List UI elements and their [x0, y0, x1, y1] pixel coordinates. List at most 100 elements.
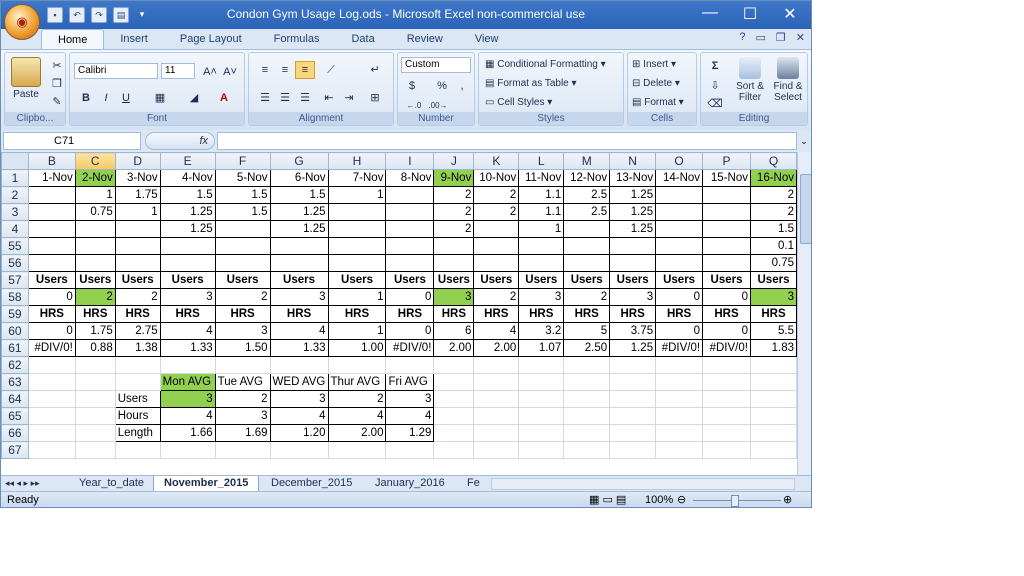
cell-q60[interactable]: 5.5 — [749, 322, 797, 340]
column-header-l[interactable]: L — [518, 152, 565, 170]
cell-d57[interactable]: Users — [114, 271, 161, 289]
help-icon[interactable]: ? — [739, 31, 745, 44]
cell-g64[interactable]: 3 — [269, 390, 329, 408]
cell-o65[interactable] — [655, 407, 704, 425]
cell-m56[interactable] — [563, 254, 611, 272]
paste-button[interactable]: Paste — [9, 57, 43, 100]
cell-l56[interactable] — [518, 254, 565, 272]
cell-k65[interactable] — [473, 407, 520, 425]
clear-icon[interactable]: ⌫ — [705, 95, 725, 113]
cell-c55[interactable] — [74, 237, 116, 255]
cell-o4[interactable] — [655, 220, 704, 238]
vertical-scrollbar[interactable] — [797, 152, 811, 475]
cell-n56[interactable] — [609, 254, 657, 272]
cell-g66[interactable]: 1.20 — [269, 424, 329, 442]
cell-d58[interactable]: 2 — [114, 288, 161, 306]
cell-e55[interactable] — [159, 237, 216, 255]
cell-j2[interactable]: 2 — [433, 186, 475, 204]
cell-i55[interactable] — [385, 237, 435, 255]
cell-h4[interactable] — [327, 220, 387, 238]
cell-n57[interactable]: Users — [609, 271, 657, 289]
row-header-61[interactable]: 61 — [1, 339, 29, 357]
row-header-59[interactable]: 59 — [1, 305, 29, 323]
cell-o59[interactable]: HRS — [655, 305, 704, 323]
cell-f59[interactable]: HRS — [214, 305, 271, 323]
cell-c67[interactable] — [74, 441, 116, 459]
row-header-65[interactable]: 65 — [1, 407, 29, 425]
cell-e62[interactable] — [159, 356, 216, 374]
cell-c59[interactable]: HRS — [74, 305, 116, 323]
cell-b2[interactable] — [27, 186, 76, 204]
cell-q57[interactable]: Users — [749, 271, 797, 289]
sheet-tab-november-2015[interactable]: November_2015 — [153, 476, 260, 492]
cell-c3[interactable]: 0.75 — [74, 203, 116, 221]
cell-p58[interactable]: 0 — [702, 288, 751, 306]
cut-icon[interactable]: ✂ — [47, 57, 67, 75]
tab-insert[interactable]: Insert — [104, 29, 164, 49]
horizontal-scrollbar[interactable] — [491, 478, 795, 490]
row-header-1[interactable]: 1 — [1, 169, 29, 187]
cell-g4[interactable]: 1.25 — [269, 220, 329, 238]
cell-l61[interactable]: 1.07 — [518, 339, 565, 357]
cell-g63[interactable]: WED AVG — [269, 373, 329, 391]
cell-i2[interactable] — [385, 186, 435, 204]
cell-i63[interactable]: Fri AVG — [385, 373, 435, 391]
tab-page-layout[interactable]: Page Layout — [164, 29, 258, 49]
office-button[interactable]: ◉ — [4, 4, 40, 40]
cell-m1[interactable]: 12-Nov — [563, 169, 611, 187]
cell-m55[interactable] — [563, 237, 611, 255]
cell-c2[interactable]: 1 — [74, 186, 116, 204]
cell-e61[interactable]: 1.33 — [159, 339, 216, 357]
cell-e66[interactable]: 1.66 — [159, 424, 216, 442]
cell-b59[interactable]: HRS — [27, 305, 76, 323]
fill-icon[interactable]: ⇩ — [705, 77, 725, 95]
zoom-slider-thumb[interactable] — [731, 495, 739, 507]
cell-j66[interactable] — [433, 424, 475, 442]
cell-b55[interactable] — [27, 237, 76, 255]
cell-k61[interactable]: 2.00 — [473, 339, 520, 357]
delete-cells-button[interactable]: ⊟ Delete ▾ — [632, 76, 680, 92]
cell-l58[interactable]: 3 — [518, 288, 565, 306]
cell-q59[interactable]: HRS — [749, 305, 797, 323]
tab-review[interactable]: Review — [391, 29, 459, 49]
cell-c1[interactable]: 2-Nov — [74, 169, 116, 187]
cell-q62[interactable] — [749, 356, 797, 374]
cell-l4[interactable]: 1 — [518, 220, 565, 238]
cell-d66[interactable]: Length — [114, 424, 161, 442]
cell-p3[interactable] — [702, 203, 751, 221]
cell-c61[interactable]: 0.88 — [74, 339, 116, 357]
cell-q55[interactable]: 0.1 — [749, 237, 797, 255]
column-header-i[interactable]: I — [385, 152, 435, 170]
cell-f55[interactable] — [214, 237, 271, 255]
workbook-close-button[interactable]: ✕ — [796, 31, 805, 44]
cell-o66[interactable] — [655, 424, 704, 442]
cell-j61[interactable]: 2.00 — [433, 339, 475, 357]
grow-font-button[interactable]: A˄ — [200, 63, 220, 81]
cell-g67[interactable] — [269, 441, 329, 459]
cell-i1[interactable]: 8-Nov — [385, 169, 435, 187]
cell-l65[interactable] — [518, 407, 565, 425]
cell-k55[interactable] — [473, 237, 520, 255]
zoom-out-icon[interactable]: ⊖ — [677, 492, 686, 507]
cell-c63[interactable] — [74, 373, 116, 391]
cell-o1[interactable]: 14-Nov — [655, 169, 704, 187]
cell-i60[interactable]: 0 — [385, 322, 435, 340]
row-header-3[interactable]: 3 — [1, 203, 29, 221]
cell-m58[interactable]: 2 — [563, 288, 611, 306]
borders-icon[interactable]: ▦ — [150, 89, 170, 107]
cell-d60[interactable]: 2.75 — [114, 322, 161, 340]
cell-b67[interactable] — [27, 441, 76, 459]
number-format-box[interactable]: Custom — [401, 57, 471, 73]
insert-cells-button[interactable]: ⊞ Insert ▾ — [632, 57, 676, 73]
row-header-66[interactable]: 66 — [1, 424, 29, 442]
cell-d2[interactable]: 1.75 — [114, 186, 161, 204]
cell-f57[interactable]: Users — [214, 271, 271, 289]
cell-b65[interactable] — [27, 407, 76, 425]
cell-d65[interactable]: Hours — [114, 407, 161, 425]
cell-d55[interactable] — [114, 237, 161, 255]
cell-p64[interactable] — [702, 390, 751, 408]
cell-g59[interactable]: HRS — [269, 305, 329, 323]
cell-b60[interactable]: 0 — [27, 322, 76, 340]
cell-q2[interactable]: 2 — [749, 186, 797, 204]
column-header-c[interactable]: C — [74, 152, 116, 170]
